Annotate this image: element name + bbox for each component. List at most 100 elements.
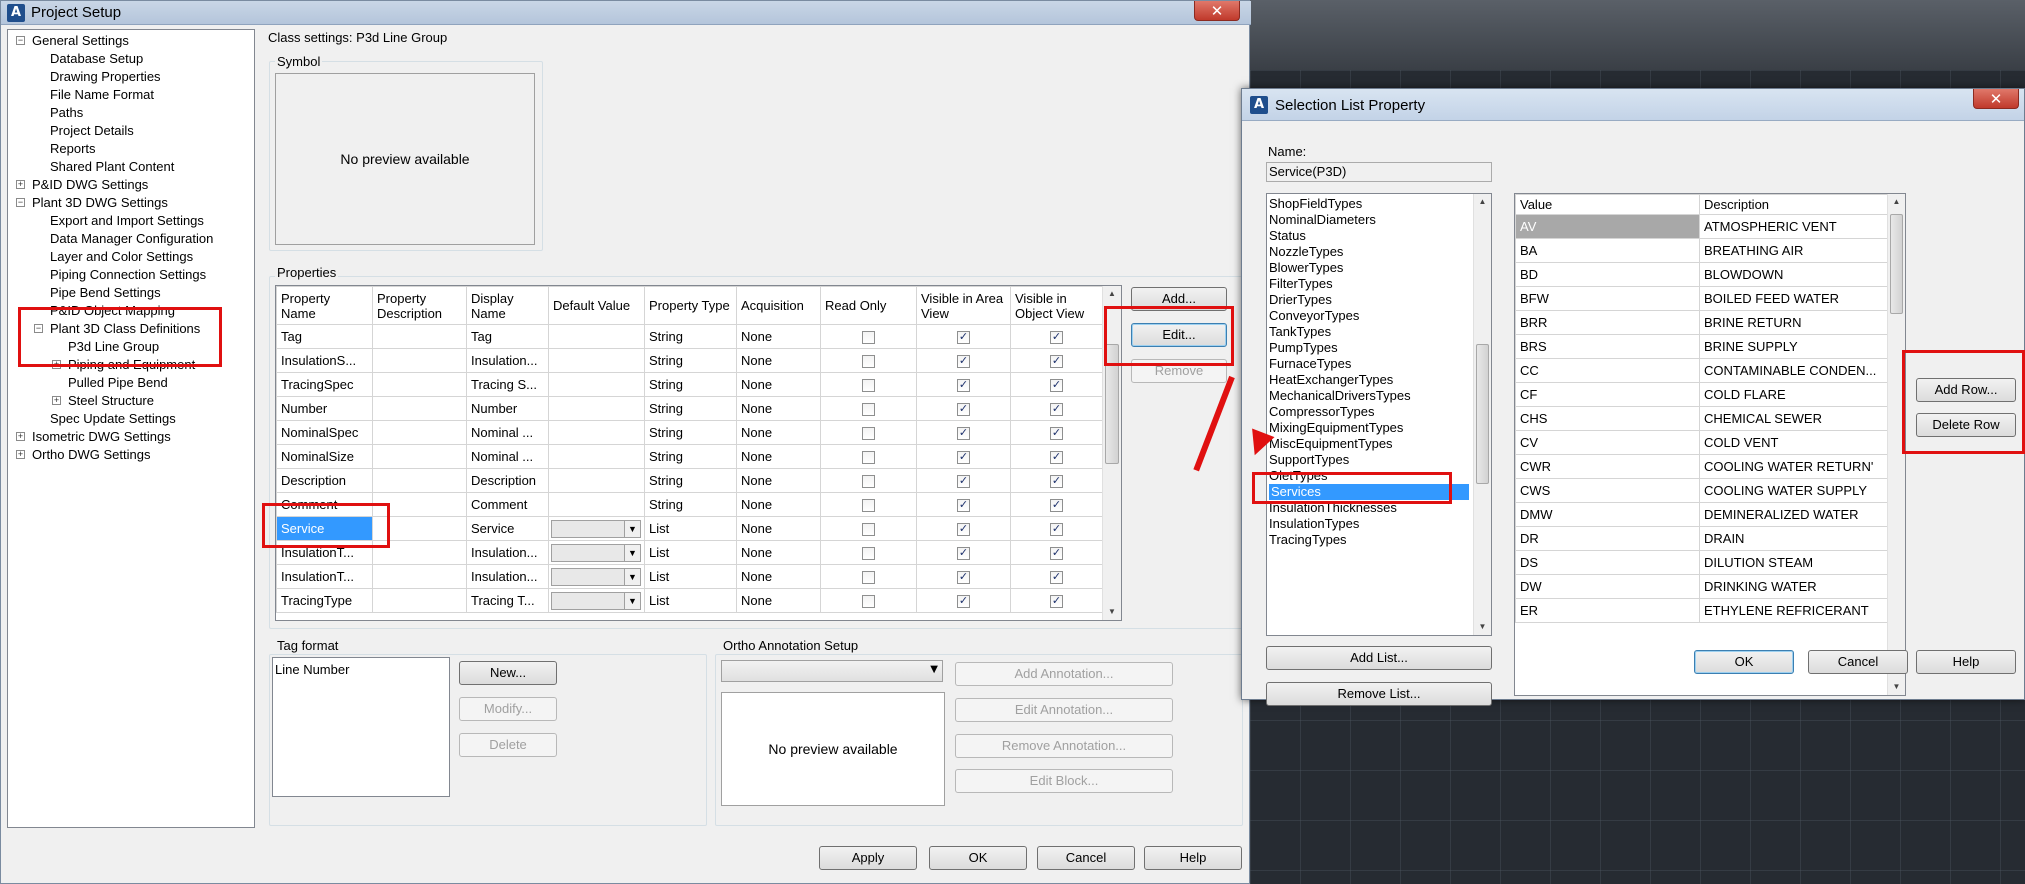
cell-default-value[interactable]: ▼ bbox=[548, 564, 645, 589]
list-item[interactable]: OletTypes bbox=[1269, 468, 1328, 484]
cell-name[interactable]: Number bbox=[276, 396, 373, 421]
table-row[interactable]: InsulationT... Insulation... ▼ List None ✓ ✓ bbox=[276, 564, 1103, 589]
read-only-checkbox[interactable] bbox=[862, 499, 875, 513]
tree-item[interactable]: P&ID DWG Settings bbox=[32, 176, 148, 194]
cell-default-value[interactable]: ▼ bbox=[548, 588, 645, 613]
default-value-dropdown[interactable]: ▼ bbox=[551, 591, 641, 610]
read-only-checkbox[interactable] bbox=[862, 355, 875, 369]
cell-visible-area[interactable]: ✓ bbox=[916, 588, 1011, 613]
new-tag-format-button[interactable]: New... bbox=[459, 661, 557, 685]
visible-area-checkbox[interactable]: ✓ bbox=[957, 331, 970, 345]
list-item[interactable]: NozzleTypes bbox=[1269, 244, 1343, 260]
cell-display-name[interactable]: Comment bbox=[466, 492, 549, 517]
table-row[interactable]: CV COLD VENT bbox=[1515, 430, 1888, 455]
table-row[interactable]: InsulationT... Insulation... ▼ List None ✓ ✓ bbox=[276, 540, 1103, 565]
cell-read-only[interactable] bbox=[820, 540, 917, 565]
cell-visible-object[interactable]: ✓ bbox=[1010, 420, 1103, 445]
description-cell[interactable]: ATMOSPHERIC VENT bbox=[1699, 214, 1888, 239]
cell-description[interactable] bbox=[372, 468, 467, 493]
tree-item[interactable]: Piping and Equipment bbox=[68, 356, 195, 374]
scroll-thumb[interactable] bbox=[1890, 214, 1903, 314]
cell-visible-object[interactable]: ✓ bbox=[1010, 588, 1103, 613]
cell-name[interactable]: Description bbox=[276, 468, 373, 493]
list-item[interactable]: FilterTypes bbox=[1269, 276, 1333, 292]
value-cell[interactable]: DR bbox=[1515, 526, 1700, 551]
tree-expander-icon[interactable]: + bbox=[52, 396, 61, 405]
tree-item[interactable]: File Name Format bbox=[50, 86, 154, 104]
visible-object-checkbox[interactable]: ✓ bbox=[1050, 331, 1063, 345]
visible-object-checkbox[interactable]: ✓ bbox=[1050, 427, 1063, 441]
cell-visible-object[interactable]: ✓ bbox=[1010, 324, 1103, 349]
tree-item[interactable]: Ortho DWG Settings bbox=[32, 446, 150, 464]
cell-property-type[interactable]: String bbox=[644, 348, 737, 373]
value-cell[interactable]: DMW bbox=[1515, 502, 1700, 527]
list-item[interactable]: NominalDiameters bbox=[1269, 212, 1376, 228]
scroll-up-icon[interactable]: ▲ bbox=[1474, 194, 1491, 210]
tree-item[interactable]: P3d Line Group bbox=[68, 338, 159, 356]
cancel-button[interactable]: Cancel bbox=[1037, 846, 1135, 870]
cell-visible-object[interactable]: ✓ bbox=[1010, 444, 1103, 469]
visible-area-checkbox[interactable]: ✓ bbox=[957, 403, 970, 417]
cell-description[interactable] bbox=[372, 516, 467, 541]
read-only-checkbox[interactable] bbox=[862, 379, 875, 393]
cell-property-type[interactable]: String bbox=[644, 396, 737, 421]
edit-property-button[interactable]: Edit... bbox=[1131, 323, 1227, 347]
cell-visible-area[interactable]: ✓ bbox=[916, 444, 1011, 469]
cell-display-name[interactable]: Insulation... bbox=[466, 564, 549, 589]
value-cell[interactable]: CC bbox=[1515, 358, 1700, 383]
tree-item[interactable]: Paths bbox=[50, 104, 83, 122]
visible-area-checkbox[interactable]: ✓ bbox=[957, 355, 970, 369]
cell-description[interactable] bbox=[372, 348, 467, 373]
table-row[interactable]: Service Service ▼ List None ✓ ✓ bbox=[276, 516, 1103, 541]
description-cell[interactable]: COLD FLARE bbox=[1699, 382, 1888, 407]
default-value-dropdown[interactable]: ▼ bbox=[551, 567, 641, 586]
cell-name[interactable]: Tag bbox=[276, 324, 373, 349]
cell-visible-area[interactable]: ✓ bbox=[916, 396, 1011, 421]
scroll-down-icon[interactable]: ▼ bbox=[1888, 679, 1905, 695]
cell-read-only[interactable] bbox=[820, 564, 917, 589]
value-cell[interactable]: BA bbox=[1515, 238, 1700, 263]
cell-description[interactable] bbox=[372, 396, 467, 421]
tree-item[interactable]: Shared Plant Content bbox=[50, 158, 174, 176]
column-header[interactable]: Property Description bbox=[372, 286, 467, 325]
cell-default-value[interactable] bbox=[548, 324, 645, 349]
cell-read-only[interactable] bbox=[820, 348, 917, 373]
cell-display-name[interactable]: Service bbox=[466, 516, 549, 541]
cell-acquisition[interactable]: None bbox=[736, 348, 821, 373]
value-cell[interactable]: CV bbox=[1515, 430, 1700, 455]
tag-format-item[interactable]: Line Number bbox=[275, 662, 349, 678]
description-cell[interactable]: DEMINERALIZED WATER bbox=[1699, 502, 1888, 527]
tree-item[interactable]: P&ID Object Mapping bbox=[50, 302, 175, 320]
cell-read-only[interactable] bbox=[820, 492, 917, 517]
table-row[interactable]: NominalSize Nominal ... String None ✓ ✓ bbox=[276, 444, 1103, 469]
visible-area-checkbox[interactable]: ✓ bbox=[957, 379, 970, 393]
description-cell[interactable]: COOLING WATER SUPPLY bbox=[1699, 478, 1888, 503]
cell-description[interactable] bbox=[372, 324, 467, 349]
table-row[interactable]: Number Number String None ✓ ✓ bbox=[276, 396, 1103, 421]
cell-default-value[interactable] bbox=[548, 348, 645, 373]
cell-read-only[interactable] bbox=[820, 420, 917, 445]
tree-item[interactable]: Isometric DWG Settings bbox=[32, 428, 171, 446]
dialog-help-button[interactable]: Help bbox=[1916, 650, 2016, 674]
cell-name[interactable]: TracingSpec bbox=[276, 372, 373, 397]
visible-area-checkbox[interactable]: ✓ bbox=[957, 595, 970, 609]
column-header[interactable]: Property Type bbox=[644, 286, 737, 325]
list-item[interactable]: PumpTypes bbox=[1269, 340, 1338, 356]
cell-read-only[interactable] bbox=[820, 516, 917, 541]
cell-property-type[interactable]: List bbox=[644, 564, 737, 589]
default-value-dropdown[interactable]: ▼ bbox=[551, 543, 641, 562]
value-cell[interactable]: AV bbox=[1515, 214, 1700, 239]
column-header[interactable]: Visible in Object View bbox=[1010, 286, 1103, 325]
table-row[interactable]: Comment Comment String None ✓ ✓ bbox=[276, 492, 1103, 517]
cell-acquisition[interactable]: None bbox=[736, 444, 821, 469]
ortho-annotation-dropdown[interactable]: ▼ bbox=[721, 660, 943, 682]
cell-visible-object[interactable]: ✓ bbox=[1010, 492, 1103, 517]
tree-item[interactable]: Drawing Properties bbox=[50, 68, 161, 86]
lists-scrollbar[interactable]: ▲ ▼ bbox=[1473, 194, 1491, 635]
cell-acquisition[interactable]: None bbox=[736, 324, 821, 349]
scroll-up-icon[interactable]: ▲ bbox=[1103, 286, 1121, 302]
cell-acquisition[interactable]: None bbox=[736, 372, 821, 397]
tree-item[interactable]: Spec Update Settings bbox=[50, 410, 176, 428]
dialog-close-button[interactable]: ✕ bbox=[1973, 89, 2019, 109]
tree-item[interactable]: Data Manager Configuration bbox=[50, 230, 213, 248]
